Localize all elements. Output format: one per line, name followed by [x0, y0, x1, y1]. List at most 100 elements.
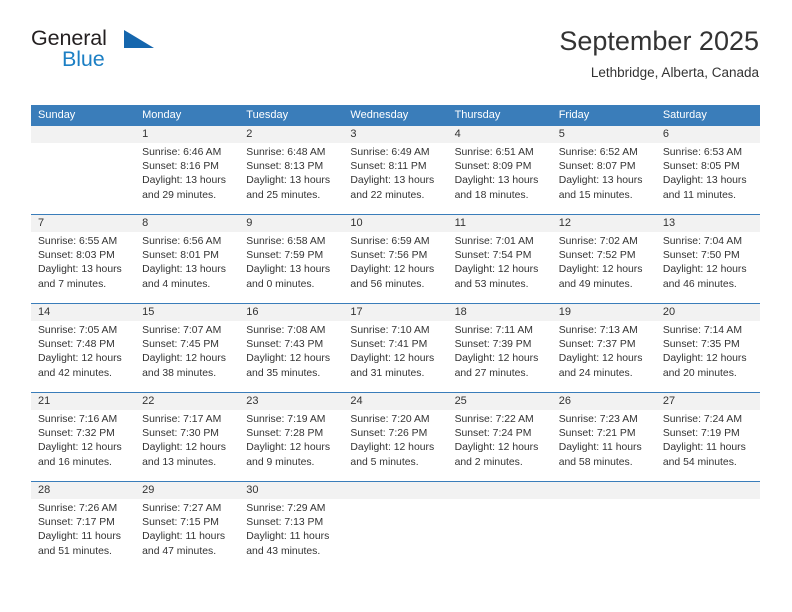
daylight-text-line1: Daylight: 13 hours: [662, 175, 747, 187]
day-cell[interactable]: Sunrise: 7:29 AM Sunset: 7:13 PM Daylight:…: [239, 499, 343, 573]
day-number[interactable]: 1: [135, 126, 239, 143]
day-number[interactable]: 10: [343, 215, 447, 232]
sunset-text: Sunset: 7:45 PM: [142, 339, 219, 351]
day-number[interactable]: 27: [656, 393, 760, 410]
sunset-text: Sunset: 7:24 PM: [454, 428, 532, 440]
day-cell[interactable]: Sunrise: 7:27 AM Sunset: 7:15 PM Daylight:…: [135, 499, 239, 573]
sunrise-text: Sunrise: 6:53 AM: [662, 147, 742, 158]
day-number[interactable]: 8: [135, 215, 239, 232]
daylight-text-line2: and 16 minutes.: [38, 456, 112, 468]
day-cell[interactable]: Sunrise: 7:24 AM Sunset: 7:19 PM Daylight:…: [656, 410, 760, 481]
day-number[interactable]: 15: [135, 304, 239, 321]
day-cell[interactable]: Sunrise: 7:08 AM Sunset: 7:43 PM Daylight:…: [239, 321, 343, 392]
day-cell[interactable]: Sunrise: 6:48 AM Sunset: 8:13 PM Daylight:…: [239, 143, 343, 214]
day-cell[interactable]: Sunrise: 7:04 AM Sunset: 7:50 PM Daylight:…: [656, 232, 760, 303]
daylight-text-line1: Daylight: 12 hours: [454, 353, 539, 365]
sunset-text: Sunset: 8:01 PM: [142, 250, 219, 262]
day-cell[interactable]: Sunrise: 7:07 AM Sunset: 7:45 PM Daylight:…: [135, 321, 239, 392]
day-cell[interactable]: Sunrise: 7:10 AM Sunset: 7:41 PM Daylight:…: [343, 321, 447, 392]
day-number[interactable]: 19: [552, 304, 656, 321]
daylight-text-line1: Daylight: 13 hours: [350, 175, 435, 187]
general-blue-logo[interactable]: General Blue: [31, 26, 161, 84]
day-number[interactable]: 25: [448, 393, 552, 410]
day-cell[interactable]: Sunrise: 7:20 AM Sunset: 7:26 PM Daylight:…: [343, 410, 447, 481]
day-cell[interactable]: Sunrise: 6:52 AM Sunset: 8:07 PM Daylight:…: [552, 143, 656, 214]
day-number[interactable]: 7: [31, 215, 135, 232]
day-number[interactable]: 26: [552, 393, 656, 410]
day-number[interactable]: 3: [343, 126, 447, 143]
daylight-text-line1: Daylight: 13 hours: [454, 175, 539, 187]
day-cell[interactable]: Sunrise: 6:56 AM Sunset: 8:01 PM Daylight:…: [135, 232, 239, 303]
sunrise-text: Sunrise: 7:01 AM: [454, 236, 534, 247]
day-number[interactable]: 18: [448, 304, 552, 321]
day-cell[interactable]: Sunrise: 6:49 AM Sunset: 8:11 PM Daylight:…: [343, 143, 447, 214]
daylight-text-line2: and 53 minutes.: [454, 278, 529, 290]
day-number[interactable]: 6: [656, 126, 760, 143]
daylight-text-line1: Daylight: 11 hours: [246, 531, 330, 543]
day-cell[interactable]: Sunrise: 6:59 AM Sunset: 7:56 PM Daylight:…: [343, 232, 447, 303]
day-number[interactable]: 17: [343, 304, 447, 321]
sunrise-text: Sunrise: 6:55 AM: [38, 236, 118, 247]
day-number[interactable]: 24: [343, 393, 447, 410]
day-cell[interactable]: Sunrise: 6:51 AM Sunset: 8:09 PM Daylight:…: [448, 143, 552, 214]
sunrise-text: Sunrise: 7:20 AM: [350, 414, 430, 425]
day-number[interactable]: 12: [552, 215, 656, 232]
day-cell[interactable]: Sunrise: 7:23 AM Sunset: 7:21 PM Daylight:…: [552, 410, 656, 481]
sunset-text: Sunset: 7:54 PM: [454, 250, 532, 262]
sunrise-text: Sunrise: 6:46 AM: [142, 147, 222, 158]
day-cell[interactable]: Sunrise: 7:02 AM Sunset: 7:52 PM Daylight:…: [552, 232, 656, 303]
date-number-band: 14 15 16 17 18 19 20: [31, 304, 760, 321]
date-number-band: 28 29 30: [31, 482, 760, 499]
day-cell[interactable]: Sunrise: 7:14 AM Sunset: 7:35 PM Daylight:…: [656, 321, 760, 392]
page-subtitle: Lethbridge, Alberta, Canada: [590, 65, 759, 80]
day-number[interactable]: 20: [656, 304, 760, 321]
day-cell[interactable]: Sunrise: 7:26 AM Sunset: 7:17 PM Daylight:…: [31, 499, 135, 573]
day-cell[interactable]: Sunrise: 6:53 AM Sunset: 8:05 PM Daylight:…: [656, 143, 760, 214]
day-number[interactable]: 11: [448, 215, 552, 232]
sunset-text: Sunset: 7:13 PM: [246, 517, 324, 529]
day-content-row: Sunrise: 6:55 AM Sunset: 8:03 PM Daylight:…: [31, 232, 760, 303]
sunrise-text: Sunrise: 7:11 AM: [454, 325, 533, 336]
sunset-text: Sunset: 7:50 PM: [662, 250, 740, 262]
day-cell[interactable]: Sunrise: 7:16 AM Sunset: 7:32 PM Daylight:…: [31, 410, 135, 481]
calendar-week-row: 14 15 16 17 18 19 20 Sunrise: 7:05 AM Sunset: 7:…: [31, 303, 760, 392]
day-cell[interactable]: Sunrise: 7:17 AM Sunset: 7:30 PM Daylight:…: [135, 410, 239, 481]
day-cell-empty: [31, 143, 135, 214]
sunset-text: Sunset: 7:41 PM: [350, 339, 428, 351]
daylight-text-line2: and 15 minutes.: [558, 189, 633, 201]
day-number[interactable]: 21: [31, 393, 135, 410]
day-cell[interactable]: Sunrise: 6:58 AM Sunset: 7:59 PM Daylight:…: [239, 232, 343, 303]
day-cell[interactable]: Sunrise: 7:11 AM Sunset: 7:39 PM Daylight:…: [448, 321, 552, 392]
calendar-page: General Blue September 2025 Lethbridge, …: [0, 0, 792, 612]
day-number[interactable]: 30: [239, 482, 343, 499]
day-number[interactable]: 9: [239, 215, 343, 232]
sunset-text: Sunset: 7:26 PM: [350, 428, 428, 440]
day-content-row: Sunrise: 7:16 AM Sunset: 7:32 PM Daylight:…: [31, 410, 760, 481]
sunrise-text: Sunrise: 6:56 AM: [142, 236, 222, 247]
day-number[interactable]: 23: [239, 393, 343, 410]
day-cell[interactable]: Sunrise: 7:05 AM Sunset: 7:48 PM Daylight:…: [31, 321, 135, 392]
day-number[interactable]: 13: [656, 215, 760, 232]
day-content-row: Sunrise: 6:46 AM Sunset: 8:16 PM Daylight:…: [31, 143, 760, 214]
sunset-text: Sunset: 7:15 PM: [142, 517, 219, 529]
day-number[interactable]: 22: [135, 393, 239, 410]
day-cell[interactable]: Sunrise: 6:55 AM Sunset: 8:03 PM Daylight:…: [31, 232, 135, 303]
daylight-text-line2: and 29 minutes.: [142, 189, 217, 201]
sunrise-text: Sunrise: 6:52 AM: [558, 147, 638, 158]
day-number[interactable]: 16: [239, 304, 343, 321]
day-cell[interactable]: Sunrise: 7:13 AM Sunset: 7:37 PM Daylight:…: [552, 321, 656, 392]
day-number[interactable]: 28: [31, 482, 135, 499]
day-cell-empty: [343, 499, 447, 573]
weekday-header-thursday: Thursday: [454, 109, 501, 121]
day-cell[interactable]: Sunrise: 6:46 AM Sunset: 8:16 PM Daylight:…: [135, 143, 239, 214]
sunrise-text: Sunrise: 7:27 AM: [142, 503, 222, 514]
day-number[interactable]: 29: [135, 482, 239, 499]
daylight-text-line2: and 4 minutes.: [142, 278, 211, 290]
day-number[interactable]: 4: [448, 126, 552, 143]
day-cell[interactable]: Sunrise: 7:19 AM Sunset: 7:28 PM Daylight:…: [239, 410, 343, 481]
day-number[interactable]: 2: [239, 126, 343, 143]
day-number[interactable]: 5: [552, 126, 656, 143]
day-cell[interactable]: Sunrise: 7:22 AM Sunset: 7:24 PM Daylight:…: [448, 410, 552, 481]
day-cell[interactable]: Sunrise: 7:01 AM Sunset: 7:54 PM Daylight:…: [448, 232, 552, 303]
day-number[interactable]: 14: [31, 304, 135, 321]
